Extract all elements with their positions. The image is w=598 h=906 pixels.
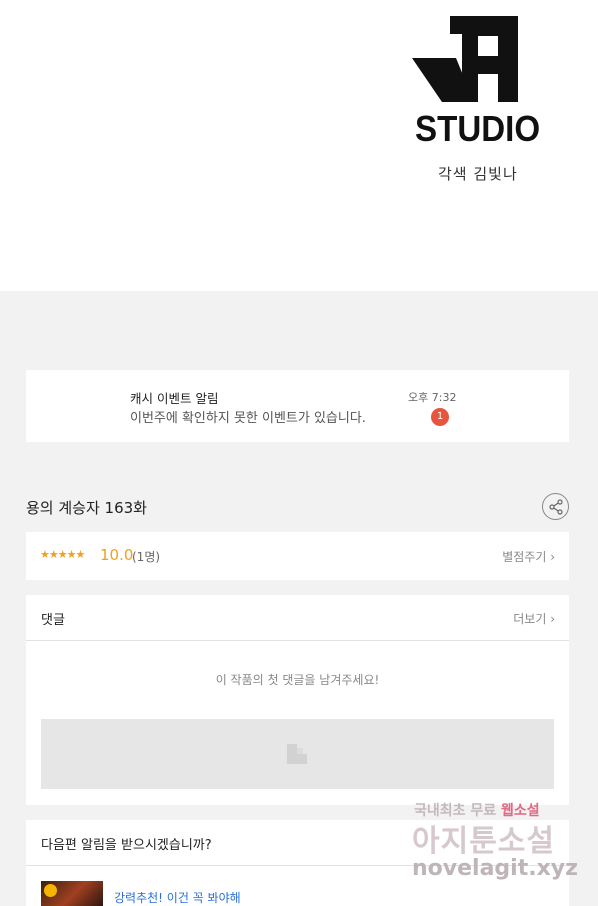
star-icons: ★★★★★: [40, 548, 85, 561]
next-alert-question: 다음편 알림을 받으시겠습니까?: [41, 838, 212, 853]
notification-time: 오후 7:32: [408, 391, 457, 404]
notification-badge: 1: [431, 408, 449, 426]
recommendation-thumbnail[interactable]: [41, 881, 103, 906]
watermark-line3: novelagit.xyz: [412, 856, 578, 881]
clock-icon: [44, 884, 57, 897]
adaptation-credit: 각색 김빛나: [438, 165, 518, 183]
comments-empty-message: 이 작품의 첫 댓글을 남겨주세요!: [215, 673, 380, 687]
notification-title: 캐시 이벤트 알림: [130, 391, 219, 406]
rate-button[interactable]: 별점주기 ›: [502, 548, 555, 565]
studio-logo: [412, 14, 550, 106]
comments-header: 댓글 더보기 ›: [26, 595, 569, 641]
recommendation-link[interactable]: 강력추천! 이건 꼭 봐야해: [114, 889, 241, 906]
share-button[interactable]: [542, 493, 569, 520]
comments-more-link[interactable]: 더보기 ›: [513, 610, 555, 627]
image-placeholder-icon: [287, 744, 307, 764]
rating-bar: ★★★★★ 10.0 (1명) 별점주기 ›: [26, 532, 569, 580]
ad-placeholder[interactable]: [41, 719, 554, 789]
comments-title: 댓글: [41, 613, 65, 628]
share-icon: [549, 499, 563, 515]
episode-end-banner: STUDIO 각색 김빛나: [0, 0, 598, 291]
episode-title: 용의 계승자 163화: [26, 499, 147, 517]
event-notification[interactable]: 캐시 이벤트 알림 이번주에 확인하지 못한 이벤트가 있습니다. 오후 7:3…: [26, 370, 569, 442]
rating-count: (1명): [132, 550, 161, 564]
studio-logo-text: STUDIO: [415, 108, 541, 149]
site-watermark: 국내최초 무료 웹소설 아지툰소설 novelagit.xyz: [412, 800, 582, 890]
watermark-line2: 아지툰소설: [412, 824, 555, 859]
rating-score: 10.0: [100, 546, 134, 564]
comments-section: 댓글 더보기 › 이 작품의 첫 댓글을 남겨주세요!: [26, 595, 569, 805]
notification-message: 이번주에 확인하지 못한 이벤트가 있습니다.: [130, 411, 366, 426]
